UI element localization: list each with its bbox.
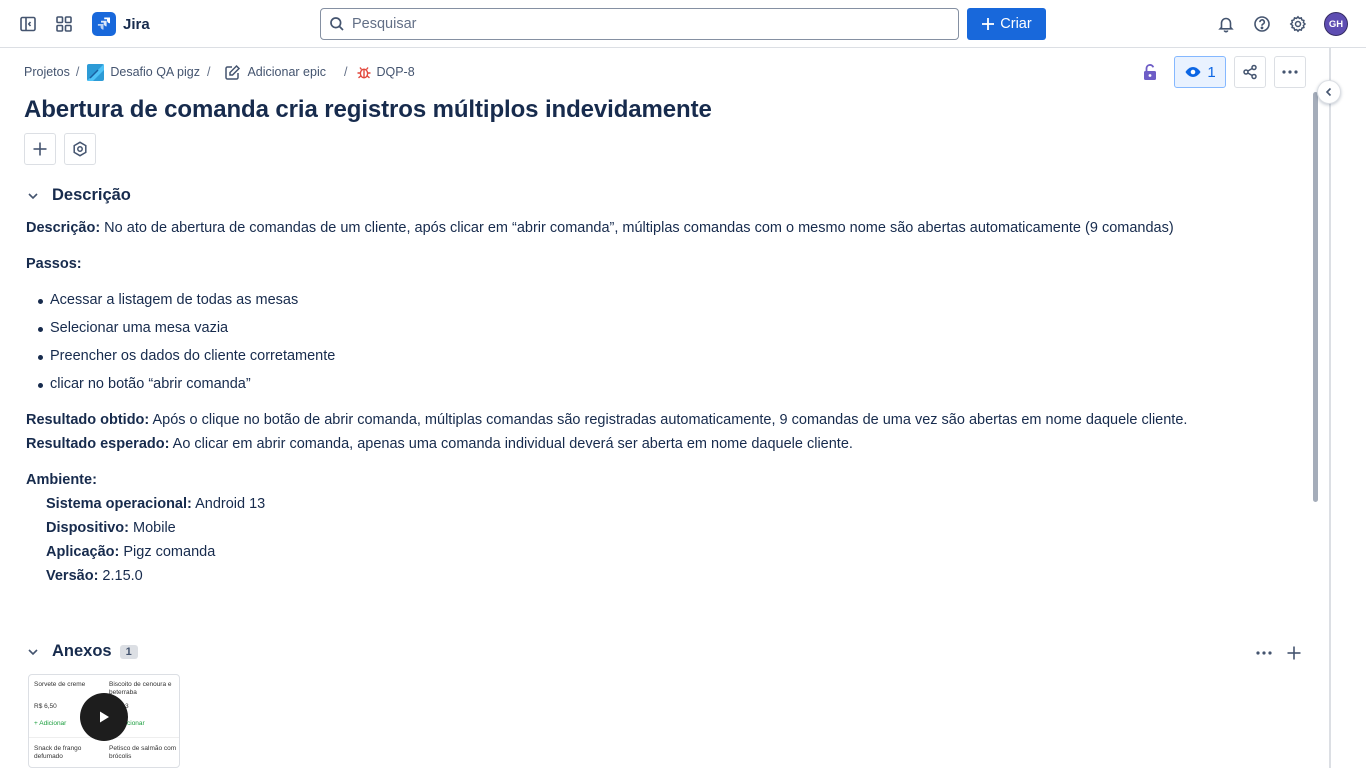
obtained-result: Resultado obtido: Após o clique no botão… — [26, 408, 1286, 432]
list-item: Preencher os dados do cliente corretamen… — [26, 344, 1286, 372]
sidebar-toggle-icon[interactable] — [16, 12, 40, 36]
restriction-lock-icon[interactable] — [1140, 62, 1160, 82]
steps-label: Passos: — [26, 256, 82, 272]
hexagon-icon — [72, 141, 88, 157]
share-icon — [1242, 64, 1258, 80]
thumb-add: + Adicionar — [34, 720, 67, 727]
chevron-left-icon — [1324, 87, 1334, 97]
expected-result: Resultado esperado: Ao clicar em abrir c… — [26, 432, 1286, 456]
thumb-item-name: Biscoito de cenoura e beterraba — [109, 681, 172, 696]
plus-icon — [32, 141, 48, 157]
bug-icon — [356, 64, 372, 80]
version-label: Versão: — [46, 568, 99, 584]
plus-icon — [981, 17, 995, 31]
create-label: Criar — [1000, 16, 1032, 32]
play-icon — [97, 710, 111, 724]
edit-pencil-icon — [224, 64, 241, 81]
jira-logo[interactable]: Jira — [92, 12, 150, 36]
watchers-count: 1 — [1207, 63, 1216, 81]
breadcrumb-separator: / — [75, 65, 80, 79]
issue-title[interactable]: Abertura de comanda cria registros múlti… — [24, 96, 712, 124]
attachments-title: Anexos — [52, 642, 112, 660]
more-dots-icon — [1282, 70, 1298, 74]
collapse-panel-button[interactable] — [1317, 80, 1341, 104]
create-button[interactable]: Criar — [967, 8, 1046, 40]
notifications-bell-icon[interactable] — [1214, 12, 1238, 36]
expected-text: Ao clicar em abrir comanda, apenas uma c… — [169, 436, 853, 452]
thumb-item-name: Petisco de salmão com brócolis — [109, 745, 177, 760]
add-epic-label: Adicionar epic — [247, 65, 326, 79]
description-title: Descrição — [52, 186, 131, 204]
help-icon[interactable] — [1250, 12, 1274, 36]
env-os: Sistema operacional: Android 13 — [26, 492, 1286, 516]
thumb-item-name: Sorvete de creme — [34, 681, 86, 688]
more-actions-button[interactable] — [1274, 56, 1306, 88]
attachments-more-button[interactable] — [1252, 644, 1276, 662]
watch-button[interactable]: 1 — [1174, 56, 1226, 88]
env-device: Dispositivo: Mobile — [26, 516, 1286, 540]
eye-icon — [1184, 63, 1202, 81]
project-name: Desafio QA pigz — [110, 65, 200, 79]
os-value: Android 13 — [191, 496, 266, 512]
list-item: clicar no botão “abrir comanda” — [26, 372, 1286, 400]
apps-button[interactable] — [64, 133, 96, 165]
breadcrumb-separator: / — [206, 65, 211, 79]
settings-gear-icon[interactable] — [1286, 12, 1310, 36]
breadcrumb-issue[interactable]: DQP-8 — [356, 64, 415, 80]
add-button[interactable] — [24, 133, 56, 165]
description-paragraph: Descrição: No ato de abertura de comanda… — [26, 216, 1286, 240]
breadcrumb-project[interactable]: Desafio QA pigz — [87, 63, 200, 81]
plus-icon — [1286, 645, 1302, 661]
os-label: Sistema operacional: — [46, 496, 192, 512]
jira-logo-icon — [92, 12, 116, 36]
breadcrumb-projects[interactable]: Projetos — [24, 65, 70, 79]
obtained-label: Resultado obtido: — [26, 412, 150, 428]
search-input[interactable] — [352, 16, 932, 32]
device-value: Mobile — [128, 520, 176, 536]
breadcrumb: Projetos / Desafio QA pigz / Adicionar e… — [24, 62, 415, 82]
thumb-add: cionar — [127, 720, 145, 727]
chevron-down-icon — [26, 189, 40, 203]
add-epic-link[interactable]: Adicionar epic — [224, 64, 326, 81]
scrollbar[interactable] — [1313, 92, 1318, 502]
app-label: Aplicação: — [46, 544, 120, 560]
description-body[interactable]: Descrição: No ato de abertura de comanda… — [26, 216, 1286, 588]
add-attachment-button[interactable] — [1284, 643, 1304, 663]
thumb-price: R$ 6,50 — [34, 703, 57, 710]
env-app: Aplicação: Pigz comanda — [26, 540, 1286, 564]
app-value: Pigz comanda — [119, 544, 216, 560]
description-section-header[interactable]: Descrição — [26, 186, 131, 205]
version-value: 2.15.0 — [98, 568, 143, 584]
list-item: Selecionar uma mesa vazia — [26, 316, 1286, 344]
chevron-down-icon — [26, 645, 40, 659]
issue-key: DQP-8 — [376, 65, 415, 79]
search-icon — [329, 16, 345, 32]
desc-label: Descrição: — [26, 220, 101, 236]
play-button[interactable] — [80, 693, 128, 741]
app-switcher-icon[interactable] — [52, 12, 76, 36]
thumb-item-name: Snack de frango defumado — [34, 745, 82, 760]
device-label: Dispositivo: — [46, 520, 129, 536]
more-dots-icon — [1256, 651, 1272, 655]
project-icon — [87, 63, 105, 81]
breadcrumb-separator: / — [343, 65, 348, 79]
search-box[interactable] — [320, 8, 959, 40]
expected-label: Resultado esperado: — [26, 436, 170, 452]
environment-heading: Ambiente: — [26, 468, 1286, 492]
env-version: Versão: 2.15.0 — [26, 564, 1286, 588]
app-name: Jira — [123, 15, 150, 33]
share-button[interactable] — [1234, 56, 1266, 88]
steps-list: Acessar a listagem de todas as mesas Sel… — [26, 288, 1286, 400]
steps-heading: Passos: — [26, 252, 1286, 276]
env-label: Ambiente: — [26, 472, 97, 488]
attachments-count-badge: 1 — [119, 644, 138, 659]
top-navigation-bar: Jira Criar GH — [0, 0, 1366, 48]
panel-divider — [1329, 48, 1331, 768]
obtained-text: Após o clique no botão de abrir comanda,… — [149, 412, 1188, 428]
list-item: Acessar a listagem de todas as mesas — [26, 288, 1286, 316]
desc-text: No ato de abertura de comandas de um cli… — [100, 220, 1174, 236]
user-avatar[interactable]: GH — [1324, 12, 1348, 36]
attachments-section-header[interactable]: Anexos 1 — [26, 642, 138, 661]
